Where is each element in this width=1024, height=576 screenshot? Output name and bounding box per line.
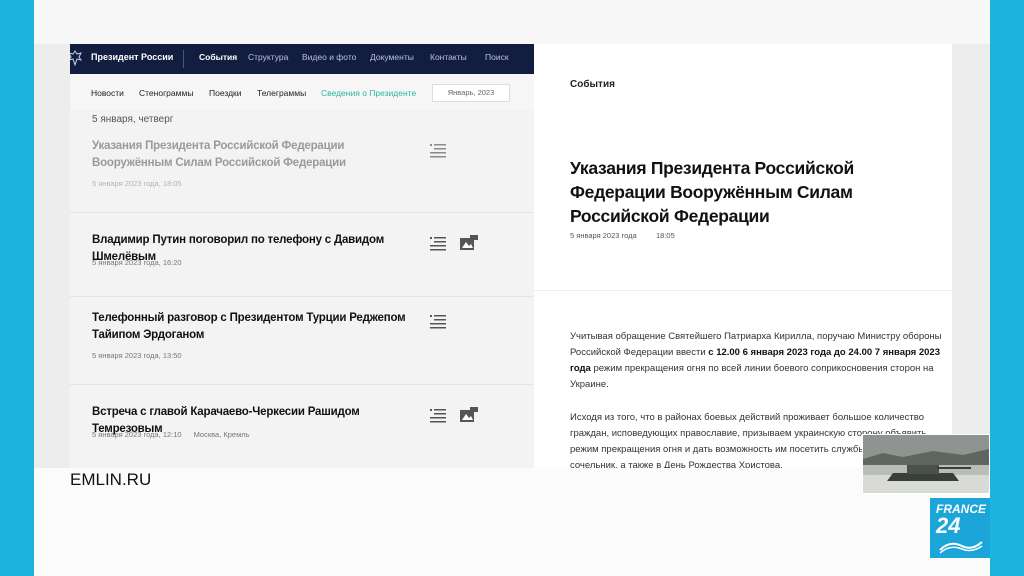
top-band [34,0,990,45]
day-heading: 5 января, четверг [92,114,174,125]
text-icon[interactable] [430,409,446,423]
article-paragraph: Учитывая обращение Святейшего Патриарха … [570,329,948,393]
frame-left [0,0,34,576]
news-separator [70,296,534,297]
news-separator [70,212,534,213]
nav-item-structure[interactable]: Структура [248,52,288,62]
article-date: 5 января 2023 года [570,231,637,240]
news-item-meta: 5 января 2023 года, 13:50 [92,351,182,360]
article-time: 18:05 [656,231,675,240]
photo-icon[interactable] [460,407,478,422]
page-margin-left [34,44,70,468]
article-text: режим прекращения огня по всей линии бое… [570,363,934,390]
text-icon[interactable] [430,144,446,158]
nav-item-search[interactable]: Поиск [485,52,509,62]
site-title[interactable]: Президент России [91,52,173,62]
bottom-band [34,468,990,576]
subnav-trips[interactable]: Поездки [209,88,242,98]
site-navbar: Президент России События Структура Видео… [70,44,534,74]
tank-thumbnail-image [863,435,989,493]
news-item-place: Москва, Кремль [193,430,250,439]
news-item-meta: 5 января 2023 года, 12:10 Москва, Кремль [92,430,250,439]
nav-item-video-photo[interactable]: Видео и фото [302,52,356,62]
logo-text: 24 [936,513,961,538]
article-panel: События Указания Президента Российской Ф… [534,44,952,468]
subnav-news[interactable]: Новости [91,88,124,98]
text-icon[interactable] [430,315,446,329]
video-thumbnail [862,434,990,494]
frame-right [990,0,1024,576]
section-label[interactable]: События [570,79,615,90]
news-item-date: 5 января 2023 года, 12:10 [92,430,182,439]
eagle-emblem-icon[interactable] [70,50,82,66]
article-divider [534,290,952,291]
france24-logo: FRANCE 24 [930,498,990,558]
text-icon[interactable] [430,237,446,251]
photo-icon[interactable] [460,235,478,250]
month-select[interactable]: Январь, 2023 [432,84,510,102]
news-item-title[interactable]: Телефонный разговор с Президентом Турции… [92,310,422,344]
news-separator [70,384,534,385]
nav-item-documents[interactable]: Документы [370,52,414,62]
nav-divider [183,50,184,68]
news-item-meta: 5 января 2023 года, 18:05 [92,179,182,188]
article-title: Указания Президента Российской Федерации… [570,158,854,226]
subnav-transcripts[interactable]: Стенограммы [139,88,193,98]
page-margin-right [952,44,990,468]
nav-item-events[interactable]: События [199,52,237,62]
news-item-title[interactable]: Указания Президента Российской Федерации… [92,138,422,172]
subnav-president-info[interactable]: Сведения о Президенте [321,88,416,98]
logo-waves-icon [939,541,983,554]
nav-item-contacts[interactable]: Контакты [430,52,467,62]
subnav-telegrams[interactable]: Телеграммы [257,88,306,98]
source-caption: EMLIN.RU [70,470,152,489]
news-list-page: Президент России События Структура Видео… [70,44,534,468]
news-item-meta: 5 января 2023 года, 16:20 [92,258,182,267]
